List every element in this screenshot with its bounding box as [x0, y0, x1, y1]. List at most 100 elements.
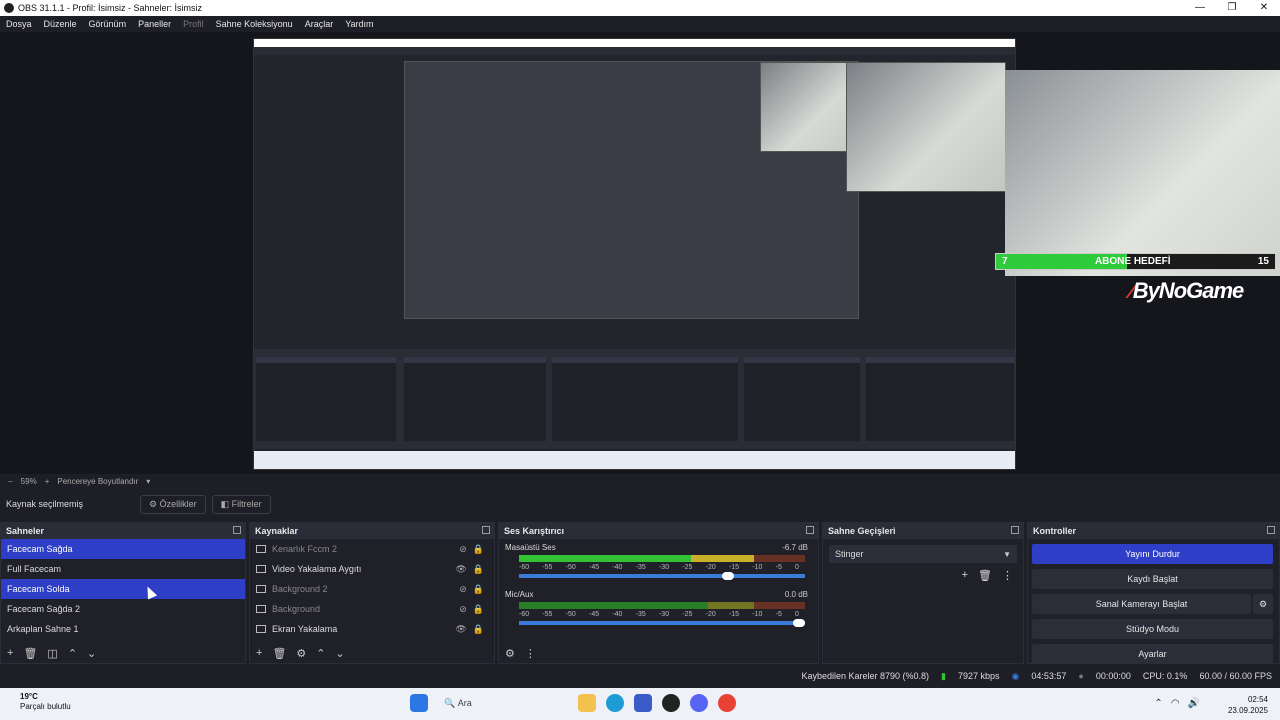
sources-dock: Kaynaklar Kenarlık Fccm 2 ⊘ 🔒 Video Yakala…	[249, 522, 495, 664]
mixer-channel: Masaüstü Ses -6.7 dB -60 -55 -50 -45 -40 -35-…	[499, 539, 818, 582]
eye-hidden-icon[interactable]: ⊘	[459, 604, 467, 615]
menu-profile[interactable]: Profil	[177, 19, 210, 29]
minimize-button[interactable]: —	[1184, 0, 1216, 16]
scene-item[interactable]: Arkaplan Sahne 1	[1, 619, 245, 639]
windows-start-icon[interactable]	[410, 694, 428, 712]
wifi-icon[interactable]: ◠	[1171, 698, 1180, 709]
transition-select[interactable]: Stinger ▼	[829, 545, 1017, 563]
transitions-dock: Sahne Geçişleri Stinger ▼ + 🗑 ⋮	[822, 522, 1024, 664]
source-item[interactable]: Video Yakalama Aygıtı 👁 🔒	[250, 559, 494, 579]
settings-button[interactable]: Ayarlar	[1032, 644, 1273, 664]
brand-logo: ⁄ByNoGame	[1130, 278, 1244, 303]
add-scene-button[interactable]: +	[7, 647, 13, 659]
move-down-icon[interactable]: ⌄	[336, 647, 345, 660]
image-source-icon	[256, 585, 266, 593]
eye-icon[interactable]: 👁	[455, 624, 466, 635]
obs-taskbar-icon[interactable]	[662, 694, 680, 712]
lock-icon[interactable]: 🔒	[473, 624, 484, 635]
undock-icon[interactable]	[806, 526, 814, 534]
source-item[interactable]: Background 2 ⊘ 🔒	[250, 579, 494, 599]
source-item[interactable]: Background ⊘ 🔒	[250, 599, 494, 619]
eye-icon[interactable]: 👁	[455, 564, 466, 575]
chevron-down-icon[interactable]: ▾	[146, 477, 150, 486]
chrome-icon[interactable]	[718, 694, 736, 712]
scene-item[interactable]: Facecam Sağda 2	[1, 599, 245, 619]
stop-streaming-button[interactable]: Yayını Durdur	[1032, 544, 1273, 564]
display-source-icon	[256, 625, 266, 633]
undock-icon[interactable]	[233, 526, 241, 534]
preview-canvas[interactable]: 7 ABONE HEDEFİ 15 ⁄ByNoGame	[0, 32, 1280, 474]
mixer-menu-icon[interactable]: ⋮	[525, 647, 536, 660]
undock-icon[interactable]	[482, 526, 490, 534]
volume-icon[interactable]: 🔊	[1188, 698, 1200, 709]
lock-icon[interactable]: 🔒	[473, 584, 484, 595]
gear-icon: ⚙	[149, 498, 160, 509]
remove-source-icon[interactable]: 🗑	[272, 647, 286, 660]
undock-icon[interactable]	[1011, 526, 1019, 534]
filters-button[interactable]: ◧ Filtreler	[211, 494, 271, 514]
menu-docks[interactable]: Paneller	[132, 19, 177, 29]
remove-transition-icon[interactable]: 🗑	[978, 569, 992, 582]
source-item[interactable]: Kenarlık Fccm 2 ⊘ 🔒	[250, 539, 494, 559]
scene-filters-icon[interactable]: ◫	[47, 647, 57, 660]
menu-tools[interactable]: Araçlar	[299, 19, 340, 29]
taskbar-apps: 🔍 Ara	[410, 692, 736, 714]
scene-item[interactable]: Full Facecam	[1, 559, 245, 579]
move-up-icon[interactable]: ⌃	[316, 647, 325, 660]
source-item[interactable]: Ekran Yakalama 👁 🔒	[250, 619, 494, 639]
virtual-camera-settings-icon[interactable]: ⚙	[1253, 594, 1273, 614]
volume-knob[interactable]	[793, 619, 805, 627]
tray-chevron-icon[interactable]: ⌃	[1154, 698, 1162, 709]
eye-hidden-icon[interactable]: ⊘	[459, 544, 467, 555]
system-tray: ⌃ ◠ 🔊	[1154, 698, 1200, 709]
menu-scene-collection[interactable]: Sahne Koleksiyonu	[210, 19, 299, 29]
add-transition-button[interactable]: +	[962, 569, 968, 582]
close-button[interactable]: ✕	[1248, 0, 1280, 16]
properties-button[interactable]: ⚙ Özellikler	[140, 494, 206, 514]
maximize-button[interactable]: ❐	[1216, 0, 1248, 16]
audio-meter	[519, 555, 805, 562]
volume-knob[interactable]	[721, 572, 734, 580]
cpu-usage: CPU: 0.1%	[1142, 671, 1188, 681]
zoom-in-button[interactable]: +	[45, 477, 50, 486]
menu-help[interactable]: Yardım	[339, 19, 379, 29]
menu-file[interactable]: Dosya	[0, 19, 38, 29]
taskbar-clock[interactable]: 02:54 23.09.2025	[1228, 694, 1268, 716]
scenes-title: Sahneler	[6, 526, 45, 536]
volume-slider[interactable]	[519, 619, 805, 627]
menu-view[interactable]: Görünüm	[83, 19, 133, 29]
mixer-settings-icon[interactable]: ⚙	[505, 647, 515, 660]
start-recording-button[interactable]: Kaydı Başlat	[1032, 569, 1273, 589]
add-source-button[interactable]: +	[256, 647, 262, 659]
studio-mode-button[interactable]: Stüdyo Modu	[1032, 619, 1273, 639]
menu-edit[interactable]: Düzenle	[38, 19, 83, 29]
zoom-out-button[interactable]: −	[8, 477, 13, 486]
eye-hidden-icon[interactable]: ⊘	[459, 584, 467, 595]
lock-icon[interactable]: 🔒	[473, 604, 484, 615]
fit-to-window-button[interactable]: Pencereye Boyutlandır	[57, 477, 138, 486]
lock-icon[interactable]: 🔒	[473, 564, 484, 575]
scene-item[interactable]: Facecam Sağda	[1, 539, 245, 559]
undock-icon[interactable]	[1267, 526, 1275, 534]
audio-meter	[519, 602, 805, 609]
remove-scene-icon[interactable]: 🗑	[23, 647, 37, 660]
stream-time: 04:53:57	[1031, 671, 1067, 681]
taskbar-search[interactable]: 🔍 Ara	[438, 692, 568, 714]
scene-item[interactable]: Facecam Solda	[1, 579, 245, 599]
search-icon: 🔍	[444, 697, 458, 708]
transition-menu-icon[interactable]: ⋮	[1002, 569, 1013, 582]
move-up-icon[interactable]: ⌃	[68, 647, 77, 660]
window-title: OBS 31.1.1 - Profil: İsimsiz - Sahneler:…	[18, 3, 203, 13]
image-source-icon	[256, 605, 266, 613]
store-icon[interactable]	[634, 694, 652, 712]
lock-icon[interactable]: 🔒	[473, 544, 484, 555]
volume-slider[interactable]	[519, 572, 805, 580]
record-time: 00:00:00	[1095, 671, 1131, 681]
weather-widget[interactable]: 19°C Parçalı bulutlu	[20, 692, 71, 712]
discord-icon[interactable]	[690, 694, 708, 712]
edge-browser-icon[interactable]	[606, 694, 624, 712]
source-properties-icon[interactable]: ⚙	[296, 647, 306, 660]
file-explorer-icon[interactable]	[578, 694, 596, 712]
start-virtual-camera-button[interactable]: Sanal Kamerayı Başlat	[1032, 594, 1251, 614]
move-down-icon[interactable]: ⌄	[87, 647, 96, 660]
